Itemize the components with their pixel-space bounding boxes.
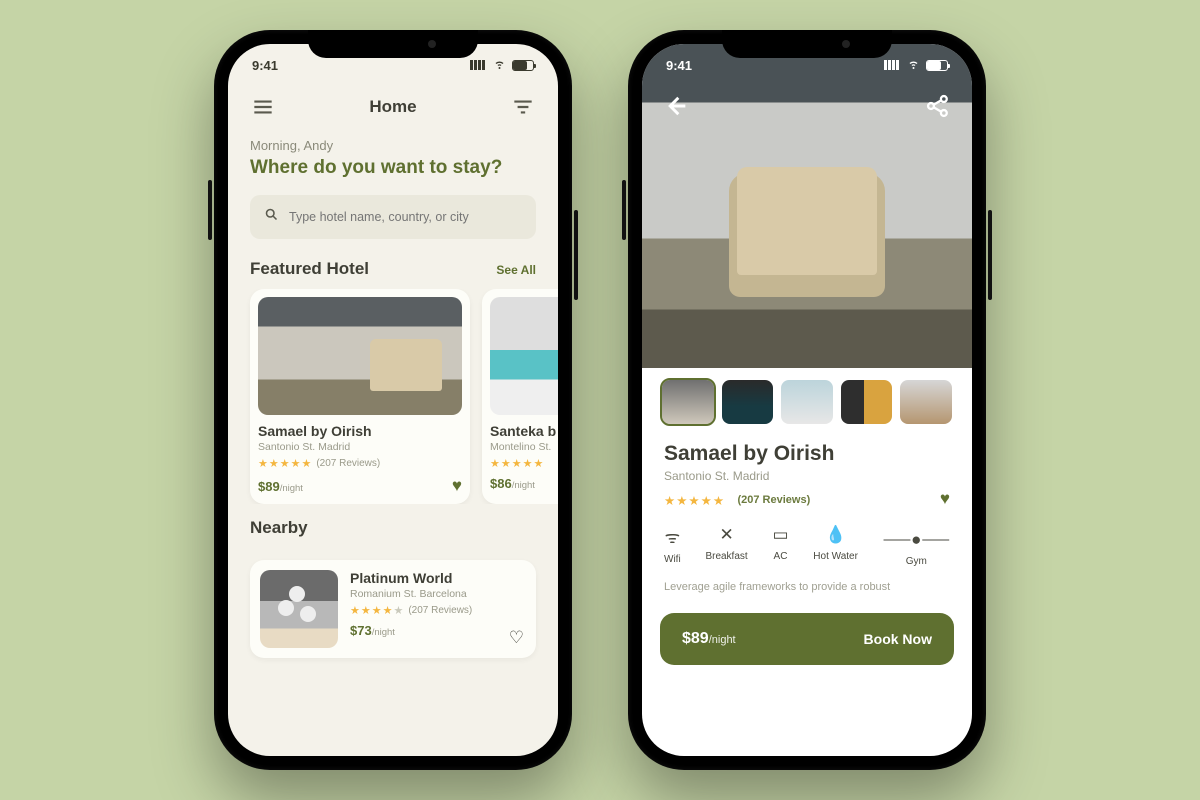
hotel-image [260,570,338,648]
featured-card[interactable]: Samael by Oirish Santonio St. Madrid ★★★… [250,289,470,504]
search-input[interactable] [289,210,522,224]
nearby-heading: Nearby [250,518,308,538]
amenity-breakfast: ✕Breakfast [705,525,747,567]
featured-row[interactable]: Samael by Oirish Santonio St. Madrid ★★★… [228,289,558,504]
featured-card[interactable]: Santeka b Montelino St. ★★★★★ $86/night [482,289,558,504]
share-icon[interactable] [924,92,952,120]
status-time: 9:41 [252,58,278,73]
hotel-price: $73/night [350,623,395,638]
breakfast-icon: ✕ [719,525,733,545]
rating-stars: ★★★★★(207 Reviews) [350,604,526,617]
cta-price: $89/night [682,630,736,648]
thumbnail-row[interactable] [642,368,972,436]
battery-icon [512,60,534,71]
hotel-location: Montelino St. [490,441,558,453]
rating-stars: ★★★★★ (207 Reviews) [664,491,810,509]
rating-stars: ★★★★★(207 Reviews) [258,457,462,470]
filter-icon[interactable] [510,94,536,120]
hotel-name: Samael by Oirish [664,442,950,466]
hotel-location: Santonio St. Madrid [258,441,462,453]
hotel-name: Samael by Oirish [258,423,462,439]
see-all-link[interactable]: See All [496,263,536,277]
book-now-button[interactable]: Book Now [864,631,932,647]
amenity-wifi: ᯤWifi [664,525,681,567]
hero-image [642,44,972,368]
hotel-name: Santeka b [490,423,558,439]
ac-icon: ▭ [772,525,788,545]
hotel-image [258,297,462,415]
hotel-location: Santonio St. Madrid [664,469,950,483]
gym-icon: ⸺●⸺ [883,525,950,550]
favorite-icon[interactable]: ♥ [452,476,462,496]
thumbnail[interactable] [722,380,774,424]
battery-icon [926,60,948,71]
search-bar[interactable] [250,195,536,239]
thumbnail[interactable] [662,380,714,424]
hotel-location: Romanium St. Barcelona [350,588,526,600]
page-title: Home [369,97,416,117]
favorite-icon[interactable]: ♡ [509,628,524,648]
tagline-text: Where do you want to stay? [250,157,536,179]
search-icon [264,207,279,227]
thumbnail[interactable] [841,380,893,424]
thumbnail[interactable] [781,380,833,424]
description-text: Leverage agile frameworks to provide a r… [642,575,972,603]
menu-icon[interactable] [250,94,276,120]
hotel-price: $89/night [258,479,303,494]
back-icon[interactable] [662,92,690,120]
wifi-icon [492,58,507,73]
hot-water-icon: 💧 [825,525,846,545]
amenity-ac: ▭AC [772,525,788,567]
signal-icon [470,60,487,70]
rating-stars: ★★★★★ [490,457,558,470]
book-bar[interactable]: $89/night Book Now [660,613,954,665]
amenity-gym: ⸺●⸺Gym [883,525,950,567]
hotel-name: Platinum World [350,570,526,586]
wifi-icon: ᯤ [665,525,681,548]
greeting-text: Morning, Andy [250,138,536,153]
hotel-price: $86/night [490,476,535,491]
amenities-row: ᯤWifi ✕Breakfast ▭AC 💧Hot Water ⸺●⸺Gym [642,509,972,575]
hotel-image [490,297,558,415]
favorite-icon[interactable]: ♥ [940,489,950,509]
nearby-card[interactable]: Platinum World Romanium St. Barcelona ★★… [250,560,536,658]
wifi-icon [906,58,921,73]
featured-heading: Featured Hotel [250,259,369,279]
status-time: 9:41 [666,58,692,73]
thumbnail[interactable] [900,380,952,424]
signal-icon [884,60,901,70]
amenity-hot-water: 💧Hot Water [813,525,858,567]
